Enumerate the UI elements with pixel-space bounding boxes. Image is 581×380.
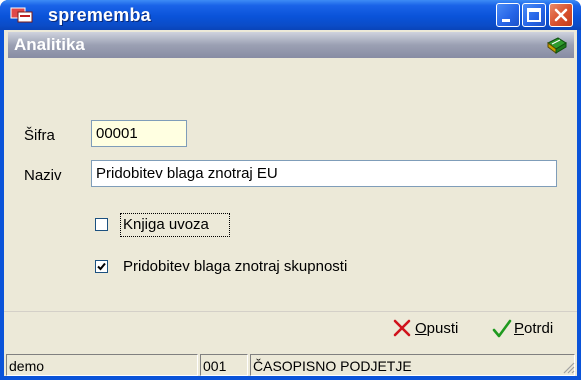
naziv-label: Naziv bbox=[24, 167, 62, 184]
dialog-window: sprememba Analitika Šifra 00001 Naziv Pr… bbox=[0, 0, 581, 380]
cancel-x-icon bbox=[393, 319, 411, 337]
resize-grip-icon[interactable] bbox=[561, 360, 575, 374]
sifra-field[interactable]: 00001 bbox=[91, 120, 187, 147]
status-user: demo bbox=[6, 354, 198, 376]
close-icon bbox=[554, 8, 568, 22]
naziv-field[interactable]: Pridobitev blaga znotraj EU bbox=[91, 160, 557, 187]
maximize-button[interactable] bbox=[522, 3, 546, 27]
minimize-icon bbox=[502, 19, 510, 22]
section-title: Analitika bbox=[14, 35, 85, 54]
pridobitev-skupnosti-label[interactable]: Pridobitev blaga znotraj skupnosti bbox=[123, 258, 347, 275]
section-header: Analitika bbox=[8, 32, 574, 58]
title-bar[interactable]: sprememba bbox=[0, 0, 581, 30]
opusti-accel: O bbox=[415, 320, 427, 337]
divider bbox=[4, 311, 577, 312]
minimize-button[interactable] bbox=[496, 3, 520, 27]
potrdi-accel: P bbox=[514, 320, 525, 337]
status-code: 001 bbox=[200, 354, 248, 376]
close-button[interactable] bbox=[549, 3, 573, 27]
maximize-icon bbox=[527, 8, 541, 22]
check-icon bbox=[492, 319, 512, 338]
status-company: ČASOPISNO PODJETJE bbox=[250, 354, 575, 376]
opusti-label: pusti bbox=[426, 320, 459, 337]
potrdi-button[interactable]: Potrdi bbox=[492, 317, 572, 341]
knjiga-uvoza-checkbox[interactable] bbox=[95, 218, 108, 231]
window-title: sprememba bbox=[48, 5, 151, 25]
checkmark-icon bbox=[97, 262, 106, 271]
knjiga-uvoza-label[interactable]: Knjiga uvoza bbox=[123, 216, 209, 233]
opusti-button[interactable]: Opusti bbox=[393, 317, 477, 341]
potrdi-label: otrdi bbox=[524, 320, 554, 337]
pridobitev-skupnosti-checkbox[interactable] bbox=[95, 260, 108, 273]
book-icon bbox=[547, 37, 567, 54]
status-bar: demo 001 ČASOPISNO PODJETJE bbox=[4, 352, 577, 376]
app-window-icon bbox=[10, 7, 33, 23]
sifra-label: Šifra bbox=[24, 127, 55, 144]
